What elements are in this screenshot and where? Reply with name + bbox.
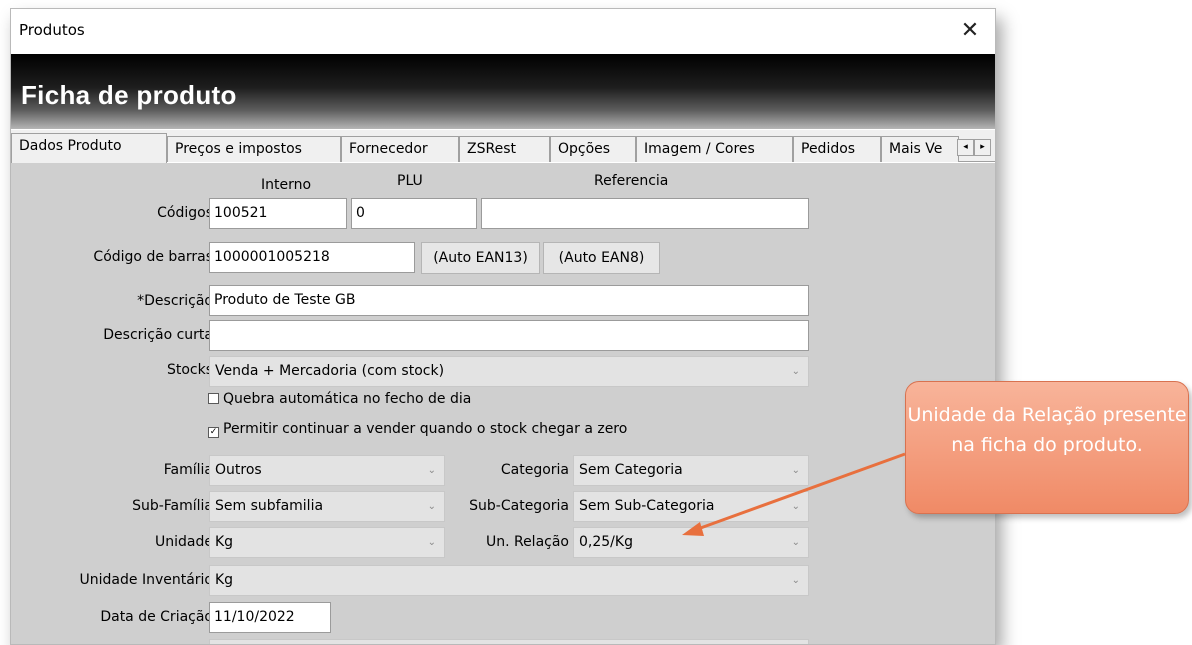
plu-field[interactable]: 0 bbox=[351, 198, 477, 229]
tab-zsrest[interactable]: ZSRest bbox=[459, 136, 550, 162]
referencia-field[interactable] bbox=[481, 198, 809, 229]
quebra-label: Quebra automática no fecho de dia bbox=[223, 391, 472, 407]
categoria-select[interactable]: Sem Categoria ⌄ bbox=[573, 455, 809, 486]
unidade-select[interactable]: Kg ⌄ bbox=[209, 527, 445, 558]
tab-imagem-cores[interactable]: Imagem / Cores bbox=[636, 136, 793, 162]
unidade-value: Kg bbox=[215, 534, 234, 550]
codigos-label: Códigos bbox=[157, 205, 213, 221]
checkbox-checked-icon: ✓ bbox=[208, 427, 219, 438]
descricao-field[interactable]: Produto de Teste GB bbox=[209, 285, 809, 316]
permitir-label: Permitir continuar a vender quando o sto… bbox=[223, 421, 628, 437]
subcategoria-value: Sem Sub-Categoria bbox=[579, 498, 715, 514]
chevron-down-icon: ⌄ bbox=[791, 465, 800, 476]
unidade-inventario-label: Unidade Inventário bbox=[79, 572, 213, 588]
chevron-down-icon: ⌄ bbox=[791, 575, 800, 586]
barcode-field[interactable]: 1000001005218 bbox=[209, 242, 415, 273]
subcategoria-select[interactable]: Sem Sub-Categoria ⌄ bbox=[573, 491, 809, 522]
subfamilia-select[interactable]: Sem subfamilia ⌄ bbox=[209, 491, 445, 522]
categoria-label: Categoria bbox=[500, 462, 569, 478]
tab-scroll-right-icon[interactable]: ▸ bbox=[974, 139, 991, 156]
stocks-label: Stocks bbox=[166, 362, 213, 378]
unidade-inventario-select[interactable]: Kg ⌄ bbox=[209, 565, 809, 596]
quebra-checkbox[interactable]: Quebra automática no fecho de dia bbox=[208, 391, 471, 407]
permitir-checkbox[interactable]: ✓ Permitir continuar a vender quando o st… bbox=[208, 421, 627, 438]
tab-pedidos[interactable]: Pedidos bbox=[793, 136, 881, 162]
familia-select[interactable]: Outros ⌄ bbox=[209, 455, 445, 486]
form-panel: Interno PLU Referencia Códigos 100521 0 … bbox=[11, 163, 995, 644]
auto-ean13-button[interactable]: (Auto EAN13) bbox=[421, 242, 540, 274]
codigo-interno-field[interactable]: 100521 bbox=[209, 198, 347, 229]
header-plu: PLU bbox=[397, 173, 423, 189]
header-interno: Interno bbox=[261, 177, 312, 193]
subfamilia-value: Sem subfamilia bbox=[215, 498, 324, 514]
tab-fornecedor[interactable]: Fornecedor bbox=[341, 136, 459, 162]
data-criacao-field[interactable]: 11/10/2022 bbox=[209, 602, 331, 633]
unrelacao-select[interactable]: 0,25/Kg ⌄ bbox=[573, 527, 809, 558]
tab-mais-vendidos[interactable]: Mais Ve bbox=[881, 136, 959, 162]
annotation-callout: Unidade da Relação presente na ficha do … bbox=[905, 381, 1189, 514]
product-window: Produtos ✕ Ficha de produto Dados Produt… bbox=[10, 8, 996, 645]
auto-ean8-button[interactable]: (Auto EAN8) bbox=[543, 242, 660, 274]
subcategoria-label: Sub-Categoria bbox=[469, 498, 569, 514]
stocks-select[interactable]: Venda + Mercadoria (com stock) ⌄ bbox=[209, 356, 809, 387]
stocks-value: Venda + Mercadoria (com stock) bbox=[215, 363, 445, 379]
window-title: Produtos bbox=[19, 21, 85, 39]
page-title: Ficha de produto bbox=[21, 80, 237, 110]
subfamilia-label: Sub-Família bbox=[132, 498, 213, 514]
barcode-label: Código de barras bbox=[93, 249, 213, 265]
familia-label: Família bbox=[163, 462, 213, 478]
unidade-label: Unidade bbox=[155, 534, 213, 550]
data-criacao-label: Data de Criação bbox=[100, 609, 213, 625]
close-icon[interactable]: ✕ bbox=[956, 17, 984, 45]
chevron-down-icon: ⌄ bbox=[791, 537, 800, 548]
chevron-down-icon: ⌄ bbox=[427, 465, 436, 476]
chevron-down-icon: ⌄ bbox=[427, 537, 436, 548]
chevron-down-icon: ⌄ bbox=[791, 501, 800, 512]
chevron-down-icon: ⌄ bbox=[427, 501, 436, 512]
tab-precos-impostos[interactable]: Preços e impostos bbox=[167, 136, 341, 162]
tab-scroll-left-icon[interactable]: ◂ bbox=[957, 139, 974, 156]
unrelacao-value: 0,25/Kg bbox=[579, 534, 633, 550]
header-referencia: Referencia bbox=[594, 173, 669, 189]
tab-strip: Dados Produto Preços e impostos Forneced… bbox=[11, 130, 995, 163]
tab-opcoes[interactable]: Opções bbox=[550, 136, 636, 162]
chevron-down-icon: ⌄ bbox=[791, 366, 800, 377]
descricao-curta-field[interactable] bbox=[209, 320, 809, 351]
familia-value: Outros bbox=[215, 462, 262, 478]
partial-row-select bbox=[209, 639, 809, 644]
checkbox-unchecked-icon bbox=[208, 393, 219, 404]
header-band: Ficha de produto bbox=[11, 54, 995, 129]
title-bar: Produtos ✕ bbox=[11, 9, 995, 54]
descricao-label: *Descrição bbox=[137, 293, 213, 309]
unidade-inventario-value: Kg bbox=[215, 572, 234, 588]
categoria-value: Sem Categoria bbox=[579, 462, 683, 478]
unrelacao-label: Un. Relação bbox=[485, 534, 569, 550]
descricao-curta-label: Descrição curta bbox=[103, 327, 213, 343]
tab-dados-produto[interactable]: Dados Produto bbox=[11, 133, 167, 163]
